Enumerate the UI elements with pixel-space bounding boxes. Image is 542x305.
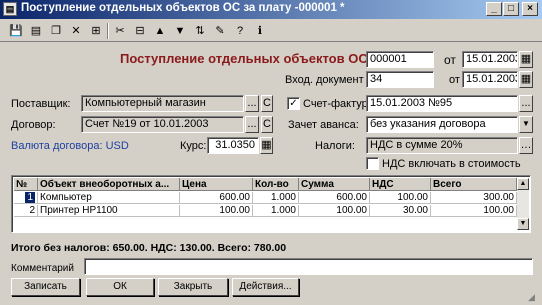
- resize-grip-icon[interactable]: ◢: [528, 292, 535, 303]
- from-label: от: [444, 53, 456, 67]
- title-bar: ▤ Поступление отдельных объектов ОС за п…: [0, 0, 542, 19]
- help-icon[interactable]: ?: [232, 23, 248, 39]
- comment-label: Комментарий: [11, 263, 74, 274]
- taxes-field[interactable]: НДС в сумме 20%: [366, 137, 518, 154]
- cut-icon[interactable]: ✂: [112, 23, 128, 39]
- in-doc-number-field[interactable]: 34: [366, 71, 434, 88]
- table-cell[interactable]: 600.00: [180, 192, 253, 204]
- invoice-checkbox[interactable]: ✓: [287, 97, 300, 110]
- supplier-clear-button[interactable]: С: [261, 95, 273, 112]
- mark-icon[interactable]: ⊞: [88, 23, 104, 39]
- table-cell[interactable]: 100.00: [180, 205, 253, 217]
- calculator-icon[interactable]: ▦: [260, 137, 273, 154]
- contract-label: Договор:: [11, 119, 56, 131]
- table-cell[interactable]: 100.00: [431, 205, 517, 217]
- calendar-icon[interactable]: ▦: [519, 71, 533, 88]
- table-header-cell[interactable]: НДС: [370, 178, 431, 191]
- rate-field[interactable]: 31.0350: [207, 137, 259, 154]
- advance-label: Зачет аванса:: [288, 119, 359, 131]
- copy-icon[interactable]: ❐: [48, 23, 64, 39]
- invoice-select-button[interactable]: ...: [519, 95, 533, 112]
- doc-icon: ▤: [3, 2, 17, 16]
- supplier-label: Поставщик:: [11, 98, 71, 110]
- doc-number-field[interactable]: 000001: [366, 51, 434, 68]
- table-cell[interactable]: 1.000: [253, 205, 299, 217]
- supplier-field[interactable]: Компьютерный магазин: [81, 95, 244, 112]
- taxes-label: Налоги:: [315, 140, 355, 152]
- calendar-icon[interactable]: ▦: [519, 51, 533, 68]
- totals-text: Итого без налогов: 650.00. НДС: 130.00. …: [11, 242, 287, 254]
- info-icon[interactable]: ℹ: [252, 23, 268, 39]
- table-header-cell[interactable]: Цена: [180, 178, 253, 191]
- table-cell[interactable]: 100.00: [370, 192, 431, 204]
- table-header-cell[interactable]: Объект внеоборотных а...: [38, 178, 180, 191]
- table-cell[interactable]: Принтер HP1100: [38, 205, 180, 217]
- doc-title: Поступление отдельных объектов ОС №: [120, 51, 386, 66]
- chevron-down-icon[interactable]: ▼: [519, 116, 533, 133]
- rate-label: Курс:: [180, 140, 207, 152]
- table-scrollbar[interactable]: ▲ ▼: [517, 178, 529, 230]
- supplier-select-button[interactable]: ...: [245, 95, 259, 112]
- window-title: Поступление отдельных объектов ОС за пла…: [21, 2, 345, 14]
- vat-include-checkbox[interactable]: [366, 157, 379, 170]
- write-button[interactable]: Записать: [11, 278, 80, 296]
- maximize-icon[interactable]: □: [503, 2, 519, 16]
- table-cell[interactable]: 600.00: [299, 192, 370, 204]
- move-up-icon[interactable]: ▲: [152, 23, 168, 39]
- in-doc-label: Вход. документ №: [285, 74, 379, 86]
- contract-field[interactable]: Счет №19 от 10.01.2003: [81, 116, 244, 133]
- move-down-icon[interactable]: ▼: [172, 23, 188, 39]
- table-header-cell[interactable]: №: [14, 178, 38, 191]
- close-icon[interactable]: ×: [522, 2, 538, 16]
- in-doc-date-field[interactable]: 15.01.2003: [462, 71, 518, 88]
- toolbar-separator: [107, 23, 109, 39]
- toolbar: 💾 ▤ ❐ ✕ ⊞ ✂ ⊟ ▲ ▼ ⇅ ✎ ? ℹ: [0, 20, 542, 42]
- minimize-icon[interactable]: _: [486, 2, 502, 16]
- table-cell[interactable]: 30.00: [370, 205, 431, 217]
- in-doc-from-label: от: [449, 74, 460, 86]
- scroll-down-icon[interactable]: ▼: [517, 218, 529, 230]
- doc-date-field[interactable]: 15.01.2003: [462, 51, 518, 68]
- table-row-number[interactable]: 2: [14, 205, 38, 217]
- items-table[interactable]: № Объект внеоборотных а... Цена Кол-во С…: [11, 175, 531, 233]
- edit-icon[interactable]: ✎: [212, 23, 228, 39]
- table-header-cell[interactable]: Всего: [431, 178, 517, 191]
- close-button[interactable]: Закрыть: [158, 278, 228, 296]
- taxes-select-button[interactable]: …: [519, 137, 533, 154]
- print-icon[interactable]: ▤: [28, 23, 44, 39]
- invoice-field[interactable]: 15.01.2003 №95: [366, 95, 518, 112]
- currency-link[interactable]: Валюта договора: USD: [11, 139, 129, 153]
- table-header-cell[interactable]: Сумма: [299, 178, 370, 191]
- sort-icon[interactable]: ⇅: [192, 23, 208, 39]
- vat-include-label: НДС включать в стоимость: [382, 158, 521, 170]
- comment-field[interactable]: [84, 258, 533, 275]
- table-cell[interactable]: Компьютер: [38, 192, 180, 204]
- advance-select[interactable]: без указания договора: [366, 116, 518, 133]
- save-icon[interactable]: 💾: [8, 23, 24, 39]
- scroll-up-icon[interactable]: ▲: [517, 178, 529, 190]
- struct-icon[interactable]: ⊟: [132, 23, 148, 39]
- actions-button[interactable]: Действия...: [232, 278, 299, 296]
- table-header-cell[interactable]: Кол-во: [253, 178, 299, 191]
- contract-clear-button[interactable]: С: [261, 116, 273, 133]
- table-row-number[interactable]: 1: [14, 192, 38, 204]
- table-cell[interactable]: 100.00: [299, 205, 370, 217]
- table-cell[interactable]: 1.000: [253, 192, 299, 204]
- table-cell[interactable]: 300.00: [431, 192, 517, 204]
- contract-select-button[interactable]: ...: [245, 116, 259, 133]
- ok-button[interactable]: ОК: [86, 278, 154, 296]
- delete-icon[interactable]: ✕: [68, 23, 84, 39]
